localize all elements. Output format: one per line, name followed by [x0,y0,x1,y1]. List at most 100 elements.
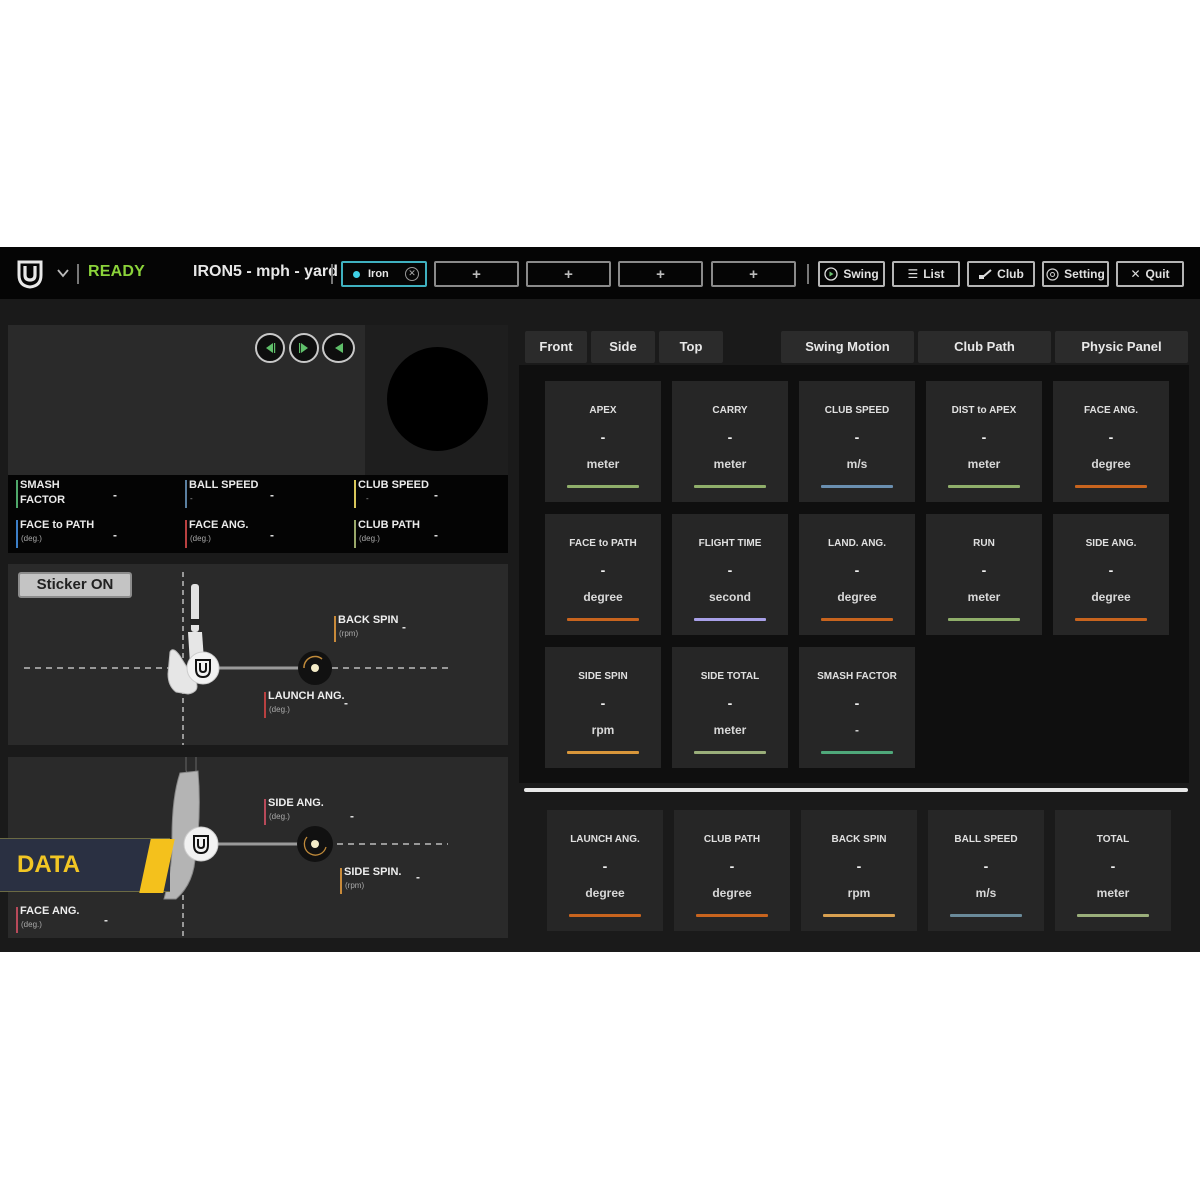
metric-value: - [729,858,735,874]
metric-unit: meter [586,457,620,471]
swing-button-label: Swing [843,267,879,281]
play-button[interactable] [289,333,319,363]
stat-unit: (deg.) [21,920,42,929]
metrics-grid: APEX - meter CARRY - meter CLUB SPEED - m/s DIST … [519,365,1189,783]
metric-color-bar [1077,914,1149,917]
stat-name: CLUB SPEED [358,479,429,491]
metric-card-club-path: CLUB PATH - degree [674,810,790,931]
metric-card-side-spin: SIDE SPIN - rpm [545,647,661,768]
stat-unit: (rpm) [339,629,359,638]
metric-title: DIST to APEX [951,405,1017,416]
metric-title: SIDE TOTAL [700,671,760,682]
tab-swing-motion[interactable]: Swing Motion [781,331,914,363]
metric-unit: degree [1091,457,1131,471]
metric-color-bar [1075,618,1147,621]
metric-card-side-total: SIDE TOTAL - meter [672,647,788,768]
stat-color-bar [185,520,187,548]
add-club-slot-3[interactable]: + [526,261,611,287]
swing-button[interactable]: Swing [818,261,885,287]
metric-title: SIDE ANG. [1085,538,1137,549]
stat-unit: (deg.) [269,705,290,714]
metric-title: FLIGHT TIME [698,538,762,549]
rewind-button[interactable] [322,333,355,363]
stat-value: - [350,809,354,823]
stat-value: - [113,488,117,502]
metric-value: - [1108,429,1114,445]
metric-title: APEX [589,405,617,416]
metric-card-total: TOTAL - meter [1055,810,1171,931]
previous-frame-button[interactable] [255,333,285,363]
video-screen [8,325,365,475]
metric-title: SMASH FACTOR [817,671,897,682]
banner-stripe [139,839,175,893]
plus-icon: + [472,265,481,283]
metric-unit: meter [713,457,747,471]
add-club-slot-2[interactable]: + [434,261,519,287]
stat-name: FACE ANG. [189,519,249,531]
divider [77,264,79,284]
metric-unit: m/s [975,886,997,900]
stat-name: BACK SPIN [338,614,399,626]
stat-unit: (rpm) [345,881,365,890]
stat-color-bar [185,480,187,508]
ball-impact-view [387,347,488,451]
metric-unit: degree [837,590,877,604]
metric-value: - [983,858,989,874]
metric-color-bar [567,485,639,488]
metric-color-bar [694,618,766,621]
metric-color-bar [696,914,768,917]
setting-button[interactable]: Setting [1042,261,1109,287]
metric-card-face-to-path: FACE to PATH - degree [545,514,661,635]
tab-top[interactable]: Top [659,331,723,363]
stat-color-bar [354,480,356,508]
club-slot-label: Iron [368,268,389,280]
remove-slot-icon[interactable]: ✕ [405,267,419,281]
stat-unit: - [190,494,193,503]
metric-title: CLUB PATH [703,834,761,845]
add-club-slot-4[interactable]: + [618,261,703,287]
club-button[interactable]: Club [967,261,1035,287]
metric-unit: degree [712,886,752,900]
stat-name: FACE ANG. [20,905,80,917]
plus-icon: + [656,265,665,283]
metric-card-ball-speed: BALL SPEED - m/s [928,810,1044,931]
stat-unit: (deg.) [190,534,211,543]
metric-card-side-ang: SIDE ANG. - degree [1053,514,1169,635]
stat-unit: (deg.) [359,534,380,543]
metric-card-back-spin: BACK SPIN - rpm [801,810,917,931]
stat-value: - [270,528,274,542]
golf-ball-icon [186,651,220,685]
tab-side[interactable]: Side [591,331,655,363]
stat-face-ang: FACE ANG. (deg.) - [185,518,335,550]
tab-front[interactable]: Front [525,331,587,363]
summary-stats: SMASH FACTOR - BALL SPEED - - CLUB SPEED… [8,475,508,553]
metric-title: CLUB SPEED [824,405,890,416]
step-forward-icon [299,343,308,353]
chevron-down-icon[interactable] [56,266,70,280]
metric-card-club-speed: CLUB SPEED - m/s [799,381,915,502]
metric-color-bar [950,914,1022,917]
tab-physic-panel[interactable]: Physic Panel [1055,331,1188,363]
metric-card-carry: CARRY - meter [672,381,788,502]
add-club-slot-5[interactable]: + [711,261,796,287]
stat-club-path: CLUB PATH (deg.) - [354,518,504,550]
quit-button[interactable]: ✕ Quit [1116,261,1184,287]
club-slot-1[interactable]: Iron ✕ [341,261,427,287]
stat-value: - [270,488,274,502]
metric-color-bar [569,914,641,917]
setting-button-label: Setting [1064,267,1105,281]
stat-value: - [104,913,108,927]
metric-unit: meter [713,723,747,737]
rewind-icon [334,343,343,353]
brand-logo-icon[interactable] [16,259,44,289]
side-view-panel: Sticker ON BACK SPIN (rpm) - LAUNCH ANG.… [8,564,508,745]
golf-ball-icon [183,826,219,862]
active-dot-icon [353,270,360,278]
stat-color-bar [16,520,18,548]
stat-name: FACE to PATH [20,519,95,531]
sticker-toggle-button[interactable]: Sticker ON [18,572,132,598]
close-icon: ✕ [1130,267,1141,281]
list-button[interactable]: ☰ List [892,261,960,287]
club-button-label: Club [997,267,1024,281]
tab-club-path[interactable]: Club Path [918,331,1051,363]
